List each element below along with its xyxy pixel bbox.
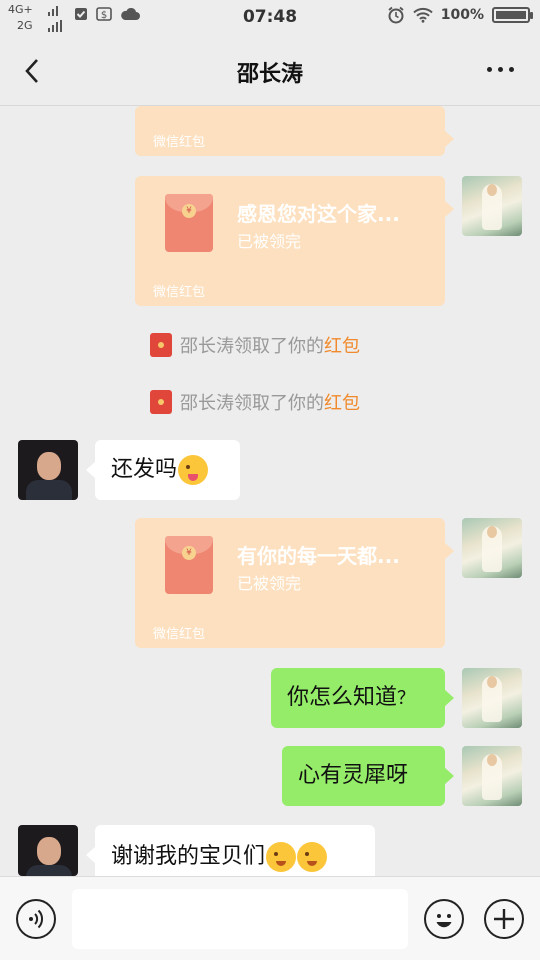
bubble-tail xyxy=(444,542,454,560)
battery-icon xyxy=(492,7,533,23)
red-packet-status: 已被领完 xyxy=(237,574,302,593)
bubble-tail xyxy=(86,846,96,864)
red-packet-footer: 微信红包 xyxy=(153,135,206,150)
message-text: 你怎么知道 xyxy=(287,685,398,710)
bubble-tail xyxy=(444,130,454,148)
message-text: 还发吗 xyxy=(111,457,178,482)
my-avatar[interactable] xyxy=(462,746,522,806)
red-packet-status: 已被领完 xyxy=(237,232,302,251)
contact-avatar[interactable] xyxy=(18,440,78,500)
voice-button[interactable] xyxy=(16,899,56,939)
red-packet-footer: 微信红包 xyxy=(153,627,206,642)
system-icons: 100% xyxy=(387,6,533,24)
wifi-icon xyxy=(413,7,433,23)
sent-message[interactable]: 你怎么知道？ xyxy=(271,668,454,728)
system-message-text: 邵长涛领取了你的 xyxy=(180,336,324,357)
sent-message[interactable]: 心有灵犀呀 xyxy=(282,746,454,806)
chat-header: 邵长涛 xyxy=(0,36,540,106)
emoji-icon xyxy=(436,914,452,928)
system-message: 邵长涛领取了你的红包 xyxy=(150,332,360,358)
message-input[interactable] xyxy=(72,889,408,949)
contact-avatar[interactable] xyxy=(18,825,78,876)
message-text: 谢谢我的宝贝们 xyxy=(111,844,266,869)
chat-title: 邵长涛 xyxy=(236,62,303,87)
more-actions-button[interactable] xyxy=(484,899,524,939)
red-packet-message[interactable]: 有你的每一天都... 已被领完 微信红包 xyxy=(135,518,454,648)
winking-tongue-emoji-icon xyxy=(178,455,209,485)
kissing-emoji-icon xyxy=(297,842,328,872)
plus-icon xyxy=(494,909,514,929)
red-envelope-icon xyxy=(165,194,213,252)
received-message[interactable]: 谢谢我的宝贝们 xyxy=(86,825,375,876)
red-packet-message[interactable]: 感恩您对这个家... 已被领完 微信红包 xyxy=(135,176,454,306)
my-avatar[interactable] xyxy=(462,668,522,728)
alarm-icon xyxy=(388,6,404,24)
red-envelope-icon xyxy=(165,536,213,594)
message-punctuation: ？ xyxy=(397,688,416,709)
battery-percent: 100% xyxy=(440,7,484,23)
red-packet-title: 有你的每一天都... xyxy=(237,544,400,568)
status-bar: 4G+ 2G $ 07:48 100% xyxy=(0,0,540,36)
my-avatar[interactable] xyxy=(462,176,522,236)
bubble-tail xyxy=(86,461,96,479)
red-packet-footer: 微信红包 xyxy=(153,285,206,300)
kissing-emoji-icon xyxy=(266,842,297,872)
input-bar xyxy=(0,876,540,960)
received-message[interactable]: 还发吗 xyxy=(86,440,240,500)
my-avatar[interactable] xyxy=(462,518,522,578)
red-packet-message[interactable]: 微信红包 xyxy=(135,106,454,156)
system-message-text: 邵长涛领取了你的 xyxy=(180,393,324,414)
red-packet-link[interactable]: 红包 xyxy=(324,393,360,414)
mini-red-packet-icon xyxy=(150,390,172,414)
more-button[interactable] xyxy=(487,67,514,72)
red-packet-title: 感恩您对这个家... xyxy=(237,202,400,226)
voice-icon xyxy=(29,909,43,929)
bubble-tail xyxy=(444,689,454,707)
mini-red-packet-icon xyxy=(150,333,172,357)
bubble-tail xyxy=(444,767,454,785)
emoji-button[interactable] xyxy=(424,899,464,939)
more-dots-icon xyxy=(487,67,514,72)
message-text: 心有灵犀呀 xyxy=(298,763,409,788)
system-message: 邵长涛领取了你的红包 xyxy=(150,389,360,415)
red-packet-link[interactable]: 红包 xyxy=(324,336,360,357)
bubble-tail xyxy=(444,200,454,218)
